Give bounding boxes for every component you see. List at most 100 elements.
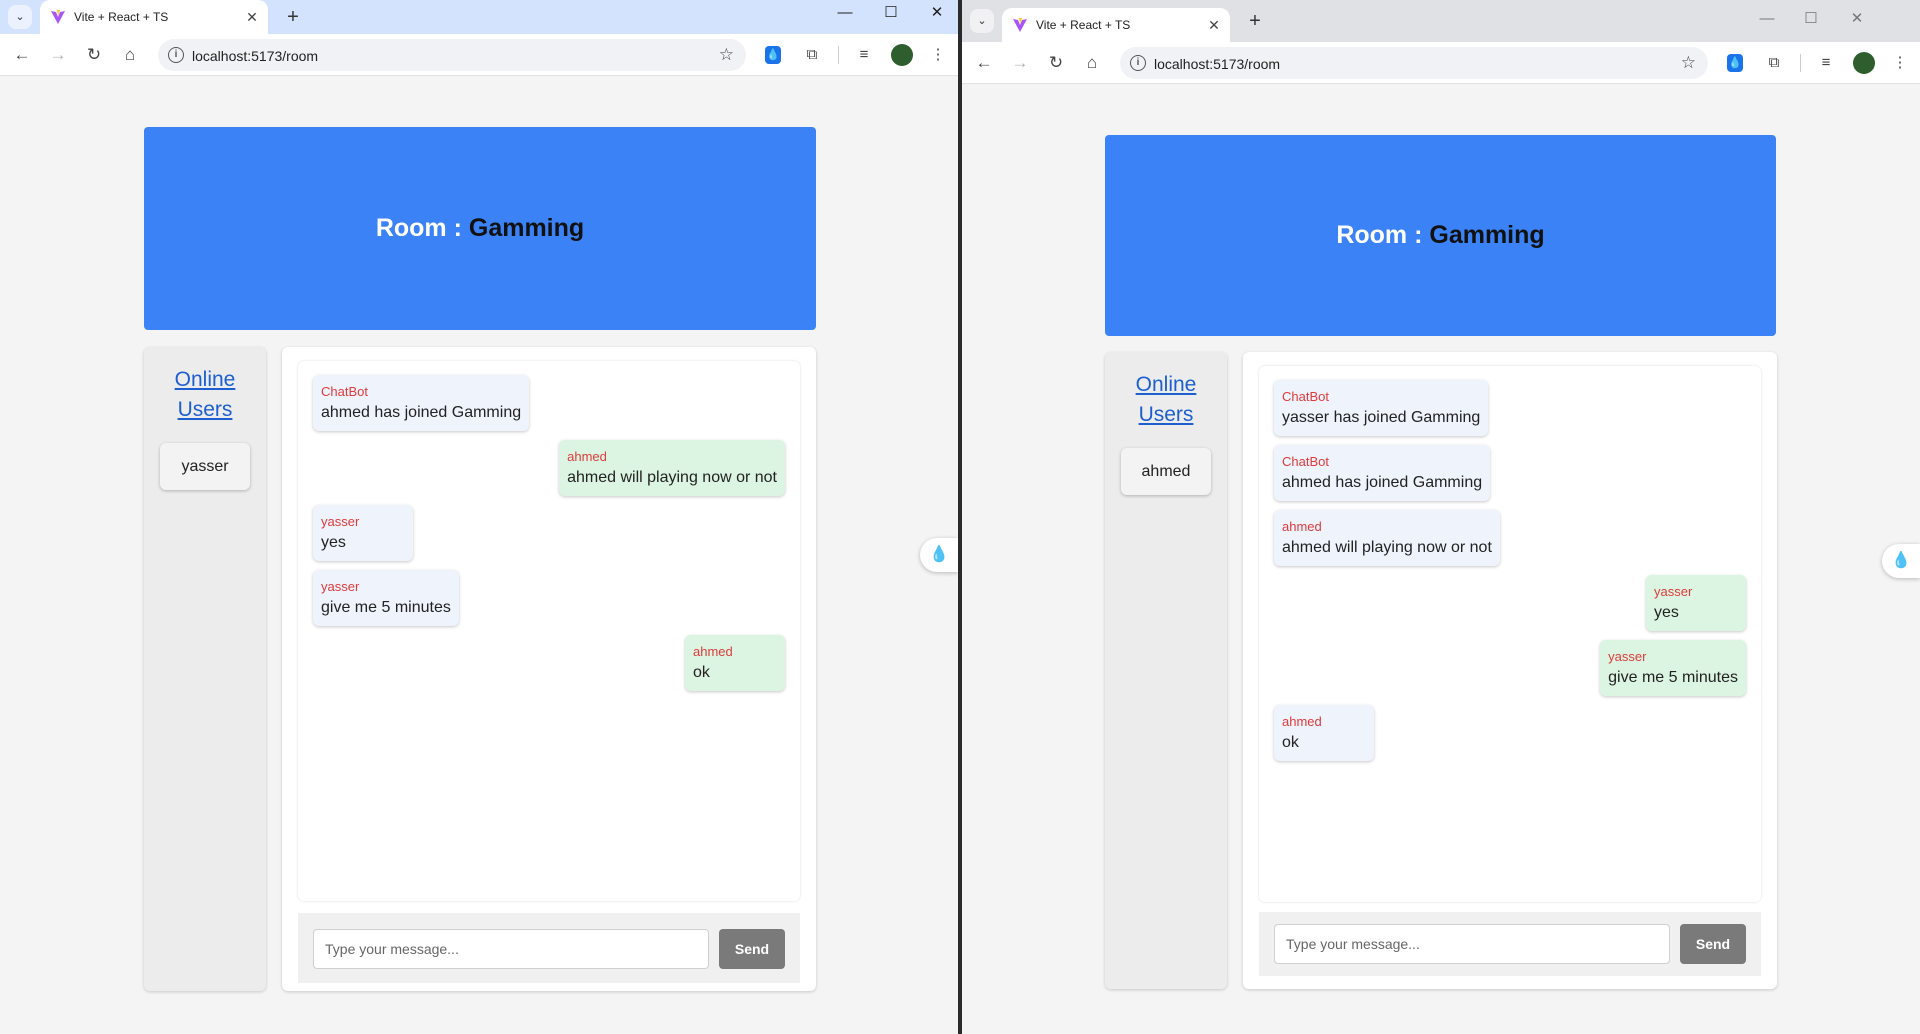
online-user-chip[interactable]: yasser [160,443,250,490]
message-bubble: yasser give me 5 minutes [313,570,459,626]
online-user-chip[interactable]: ahmed [1121,448,1211,495]
message-text: yes [321,534,346,551]
plus-icon[interactable]: + [280,4,306,30]
tab-strip: ⌄ Vite + React + TS ✕ + — ☐ ✕ [962,0,1920,42]
message-input[interactable] [1274,924,1670,964]
message-text: yasser has joined Gamming [1282,409,1481,426]
extension-drop-icon[interactable]: 💧 [765,46,781,64]
message-row: yasser give me 5 minutes [1274,640,1746,696]
extension-drop-icon[interactable]: 💧 [1727,54,1743,72]
message-row: yasser yes [1274,575,1746,631]
message-author: yasser [1654,584,1693,599]
profile-icon[interactable] [891,44,913,66]
menu-icon[interactable]: ⋮ [927,44,949,66]
online-users-panel: Online Users yasser [144,347,266,991]
back-icon[interactable]: ← [972,51,996,75]
chat-panel: ChatBot ahmed has joined Gamming ahmed ahm… [282,347,816,991]
message-author: yasser [321,514,360,529]
close-icon[interactable]: ✕ [1204,15,1224,35]
message-text: give me 5 minutes [321,599,451,616]
window-close-icon[interactable]: ✕ [1834,6,1880,32]
message-bubble: yasser yes [1646,575,1746,631]
home-icon[interactable]: ⌂ [1080,51,1104,75]
floating-assistant-icon[interactable]: 💧 [920,538,958,572]
browser-window-right: ⌄ Vite + React + TS ✕ + — ☐ ✕ ← → ↻ ⌂ i … [962,0,1920,1034]
star-icon[interactable]: ☆ [1681,53,1696,73]
message-row: ahmed ahmed will playing now or not [313,440,785,496]
browser-window-left: ⌄ Vite + React + TS ✕ + — ☐ ✕ ← → ↻ ⌂ i … [0,0,958,1034]
toolbar-divider [1800,54,1801,72]
maximize-icon[interactable]: ☐ [868,0,914,26]
address-bar[interactable]: i localhost:5173/room ☆ [158,39,746,71]
reload-icon[interactable]: ↻ [82,43,106,67]
browser-toolbar: ← → ↻ ⌂ i localhost:5173/room ☆ 💧 ⧉ ≡ ⋮ [962,42,1920,84]
message-text: ahmed has joined Gamming [321,404,522,421]
reload-icon[interactable]: ↻ [1044,51,1068,75]
message-row: ChatBot ahmed has joined Gamming [1274,445,1746,501]
tab-search-icon[interactable]: ⌄ [970,9,994,33]
message-text: yes [1654,604,1679,621]
media-icon[interactable]: ≡ [1815,52,1837,74]
message-bubble: ChatBot ahmed has joined Gamming [1274,445,1491,501]
address-bar[interactable]: i localhost:5173/room ☆ [1120,47,1708,79]
online-users-panel: Online Users ahmed [1105,352,1227,989]
message-row: ahmed ahmed will playing now or not [1274,510,1746,566]
message-input[interactable] [313,929,709,969]
browser-tab[interactable]: Vite + React + TS ✕ [1002,8,1230,42]
home-icon[interactable]: ⌂ [118,43,142,67]
message-author: ChatBot [1282,454,1329,469]
forward-icon[interactable]: → [46,43,70,67]
tab-search-icon[interactable]: ⌄ [8,5,32,29]
message-author: ahmed [1282,519,1322,534]
back-icon[interactable]: ← [10,43,34,67]
message-bubble: yasser give me 5 minutes [1600,640,1746,696]
floating-assistant-icon[interactable]: 💧 [1882,544,1920,578]
message-bubble: ChatBot yasser has joined Gamming [1274,380,1489,436]
plus-icon[interactable]: + [1242,8,1268,34]
message-bubble: yasser yes [313,505,413,561]
menu-icon[interactable]: ⋮ [1889,52,1911,74]
browser-toolbar: ← → ↻ ⌂ i localhost:5173/room ☆ 💧 ⧉ ≡ ⋮ [0,34,958,76]
online-users-link[interactable]: Online Users [1105,370,1227,430]
online-users-link[interactable]: Online Users [144,365,266,425]
page-content: Room : Gamming Online Users yasser ChatB… [0,77,958,1034]
minimize-icon[interactable]: — [822,0,868,26]
room-header: Room : Gamming [144,127,816,330]
profile-icon[interactable] [1853,52,1875,74]
puzzle-icon[interactable]: ⧉ [801,44,823,66]
tab-title: Vite + React + TS [1036,18,1131,32]
message-row: ahmed ok [1274,705,1746,761]
message-text: ahmed has joined Gamming [1282,474,1483,491]
close-icon[interactable]: ✕ [242,7,262,27]
info-icon[interactable]: i [1130,55,1146,71]
media-icon[interactable]: ≡ [853,44,875,66]
message-author: ahmed [1282,714,1322,729]
room-label: Room : [1336,221,1430,249]
message-list[interactable]: ChatBot ahmed has joined Gamming ahmed ahm… [298,361,800,901]
message-composer: Send [1259,912,1761,976]
send-button[interactable]: Send [719,929,785,969]
message-list[interactable]: ChatBot yasser has joined Gamming ChatBot… [1259,366,1761,902]
message-bubble: ChatBot ahmed has joined Gamming [313,375,530,431]
minimize-icon[interactable]: — [1744,6,1790,32]
room-label: Room : [375,214,469,242]
room-name: Gamming [468,214,585,242]
browser-tab[interactable]: Vite + React + TS ✕ [40,0,268,34]
message-composer: Send [298,913,800,983]
message-row: ChatBot yasser has joined Gamming [1274,380,1746,436]
send-button[interactable]: Send [1680,924,1746,964]
message-text: ahmed will playing now or not [1282,539,1492,556]
info-icon[interactable]: i [168,47,184,63]
star-icon[interactable]: ☆ [719,45,734,65]
message-author: ChatBot [1282,389,1329,404]
message-row: yasser give me 5 minutes [313,570,785,626]
vite-favicon-icon [1013,18,1027,32]
toolbar-divider [838,46,839,64]
puzzle-icon[interactable]: ⧉ [1763,52,1785,74]
forward-icon[interactable]: → [1008,51,1032,75]
window-close-icon[interactable]: ✕ [914,0,958,26]
maximize-icon[interactable]: ☐ [1788,6,1834,32]
message-author: yasser [1608,649,1647,664]
message-bubble: ahmed ok [685,635,785,691]
message-author: ahmed [693,644,733,659]
